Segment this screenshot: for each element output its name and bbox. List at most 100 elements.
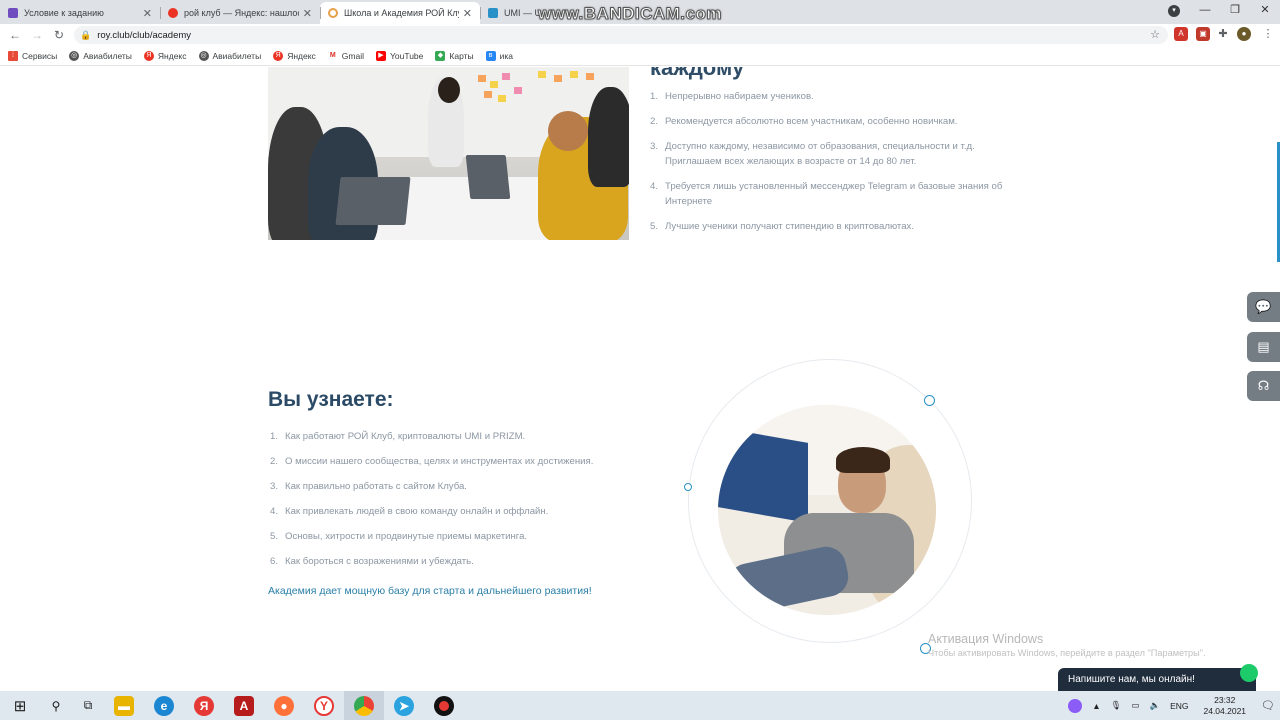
list-button[interactable]: ▤ [1247,332,1280,362]
taskbar-app[interactable]: e [144,691,184,720]
list-item: 5. Основы, хитрости и продвинутые приемы … [270,531,528,542]
clock[interactable]: 23:32 24.04.2021 [1203,695,1246,717]
network-icon[interactable]: ▭ [1131,700,1139,711]
taskbar-app[interactable] [424,691,464,720]
windows-icon: ⊞ [13,697,27,715]
bookmark-label: Карты [449,50,474,61]
online-status-icon [1240,664,1258,682]
tab-title: UMI — U [504,8,541,18]
windows-activation-title: Активация Windows [928,632,1044,646]
requirements-list: 1. Непрерывно набираем учеников. 2. Рекоме… [650,89,1010,244]
taskbar-app-active[interactable] [344,691,384,720]
student-portrait [718,405,936,615]
restore-icon[interactable]: ❐ [1220,0,1250,22]
bookmark-item[interactable]: в ика [485,50,514,61]
apps-icon: ⁞ [8,50,18,61]
forward-icon[interactable]: → [26,28,48,42]
yandex-icon [168,8,178,18]
taskbar-app[interactable]: ▬ [104,691,144,720]
close-icon[interactable]: ✕ [143,7,152,20]
bookmark-item[interactable]: ◎ Авиабилеты [198,50,261,61]
menu-icon[interactable]: ⋮ [1261,27,1275,41]
firefox-icon: ● [274,695,294,716]
tray-expand-icon[interactable]: ▲ [1092,701,1100,711]
tab-title: Школа и Академия РОЙ Клуба [344,8,459,18]
volume-icon[interactable]: 🔈 [1149,700,1160,711]
bookmark-label: ика [499,50,514,61]
list-item: 1. Непрерывно набираем учеников. [650,91,814,102]
browser-tab-active[interactable]: Школа и Академия РОЙ Клуба ✕ [320,2,480,24]
chat-widget-label: Напишите нам, мы онлайн! [1068,674,1195,685]
page-content: каждому 1. Непрерывно набираем учеников. … [0,67,1280,691]
clock-time: 23:32 [1214,694,1236,705]
bookmark-item[interactable]: ▶ YouTube [375,50,423,61]
bookmark-star-icon[interactable]: ☆ [1150,28,1160,41]
list-item: 2. О миссии нашего сообщества, целях и ин… [270,456,594,467]
list-item: 3. Как правильно работать с сайтом Клуба. [270,481,467,492]
support-headset-button[interactable]: ☊ [1247,371,1280,401]
yandex-icon: Y [314,695,334,716]
taskbar-app[interactable]: Я [184,691,224,720]
yandex-browser-icon: Я [194,695,214,716]
chat-widget-button[interactable]: Напишите нам, мы онлайн! [1058,664,1258,691]
list-item: 1. Как работают РОЙ Клуб, криптовалюты UM… [270,431,526,442]
page-title: Вы узнаете: [268,388,394,411]
bookmark-item[interactable]: M Gmail [327,50,364,61]
address-bar-row: ← → ↻ 🔒 roy.club/club/academy ☆ [0,24,1280,46]
bookmark-item[interactable]: ◆ Карты [435,50,474,61]
globe-icon: ◎ [69,50,80,61]
browser-tab[interactable]: Условие к заданию ✕ [0,2,160,24]
close-window-icon[interactable]: ✕ [1250,0,1280,22]
alice-icon[interactable] [1068,698,1083,713]
minimize-icon[interactable]: — [1190,0,1220,22]
microphone-icon[interactable]: 🎙 [1111,700,1122,711]
puzzle-icon[interactable]: ✚ [1216,27,1230,41]
chat-bubbles-button[interactable]: 💬 [1247,292,1280,322]
notifications-icon[interactable]: 🗨 [1261,699,1275,712]
telegram-icon: ➤ [394,695,414,716]
yandex-icon: Я [273,50,284,61]
taskbar-app[interactable]: A [224,691,264,720]
reload-icon[interactable]: ↻ [48,28,70,42]
youtube-icon: ▶ [375,50,386,61]
bookmarks-bar: ⁞ Сервисы ◎ Авиабилеты Я Яндекс ◎ Авиабилеты… [0,46,1280,66]
bookmark-item[interactable]: ⁞ Сервисы [8,50,57,61]
forms-icon [8,8,18,18]
list-item: 4. Как привлекать людей в свою команду он… [270,506,549,517]
task-view-button[interactable]: ⧉ [72,691,104,720]
bookmark-item[interactable]: Я Яндекс [273,50,316,61]
window-controls: — ❐ ✕ [1190,0,1280,22]
language-indicator[interactable]: ENG [1170,701,1188,711]
bookmark-label: Яндекс [157,50,187,61]
pdf-extension-icon[interactable]: A [1174,27,1188,41]
bookmark-item[interactable]: ◎ Авиабилеты [69,50,132,61]
umi-icon [488,8,498,18]
close-icon[interactable]: ✕ [463,7,472,20]
search-button[interactable]: ⚲ [40,691,72,720]
taskbar-app[interactable]: ➤ [384,691,424,720]
list-item: 6. Как бороться с возражениями и убеждать… [270,556,474,567]
bookmark-item[interactable]: Я Яндекс [143,50,187,61]
windows-activation-subtitle: Чтобы активировать Windows, перейдите в … [928,648,1206,658]
taskbar-app[interactable]: ● [264,691,304,720]
list-item: 4. Требуется лишь установленный мессендже… [650,181,1003,207]
browser-tab[interactable]: рой клуб — Яндекс: нашлось 5 ✕ [160,2,320,24]
back-icon[interactable]: ← [4,28,26,42]
extension-icon[interactable]: ▣ [1196,27,1210,41]
close-icon[interactable]: ✕ [303,7,312,20]
learn-list: 1. Как работают РОЙ Клуб, криптовалюты UM… [270,429,650,579]
system-tray: ▲ 🎙 ▭ 🔈 ENG 23:32 24.04.2021 🗨 [1063,691,1280,720]
profile-avatar[interactable]: ● [1237,27,1251,41]
tab-title: рой клуб — Яндекс: нашлось 5 [184,8,299,18]
windows-taskbar: ⊞ ⚲ ⧉ ▬ e Я A ● Y ➤ ▲ 🎙 ▭ 🔈 ENG 23:32 24… [0,691,1280,720]
start-button[interactable]: ⊞ [0,691,40,720]
bookmark-label: Авиабилеты [83,50,132,61]
bookmark-label: Gmail [341,50,364,61]
tab-search-icon[interactable]: ▾ [1168,5,1180,17]
orbit-dot [684,483,692,491]
url-input[interactable]: 🔒 roy.club/club/academy ☆ [74,26,1168,44]
edge-icon: e [154,695,174,716]
taskbar-app[interactable]: Y [304,691,344,720]
bandicam-icon [434,695,454,716]
gmail-icon: M [327,50,338,61]
